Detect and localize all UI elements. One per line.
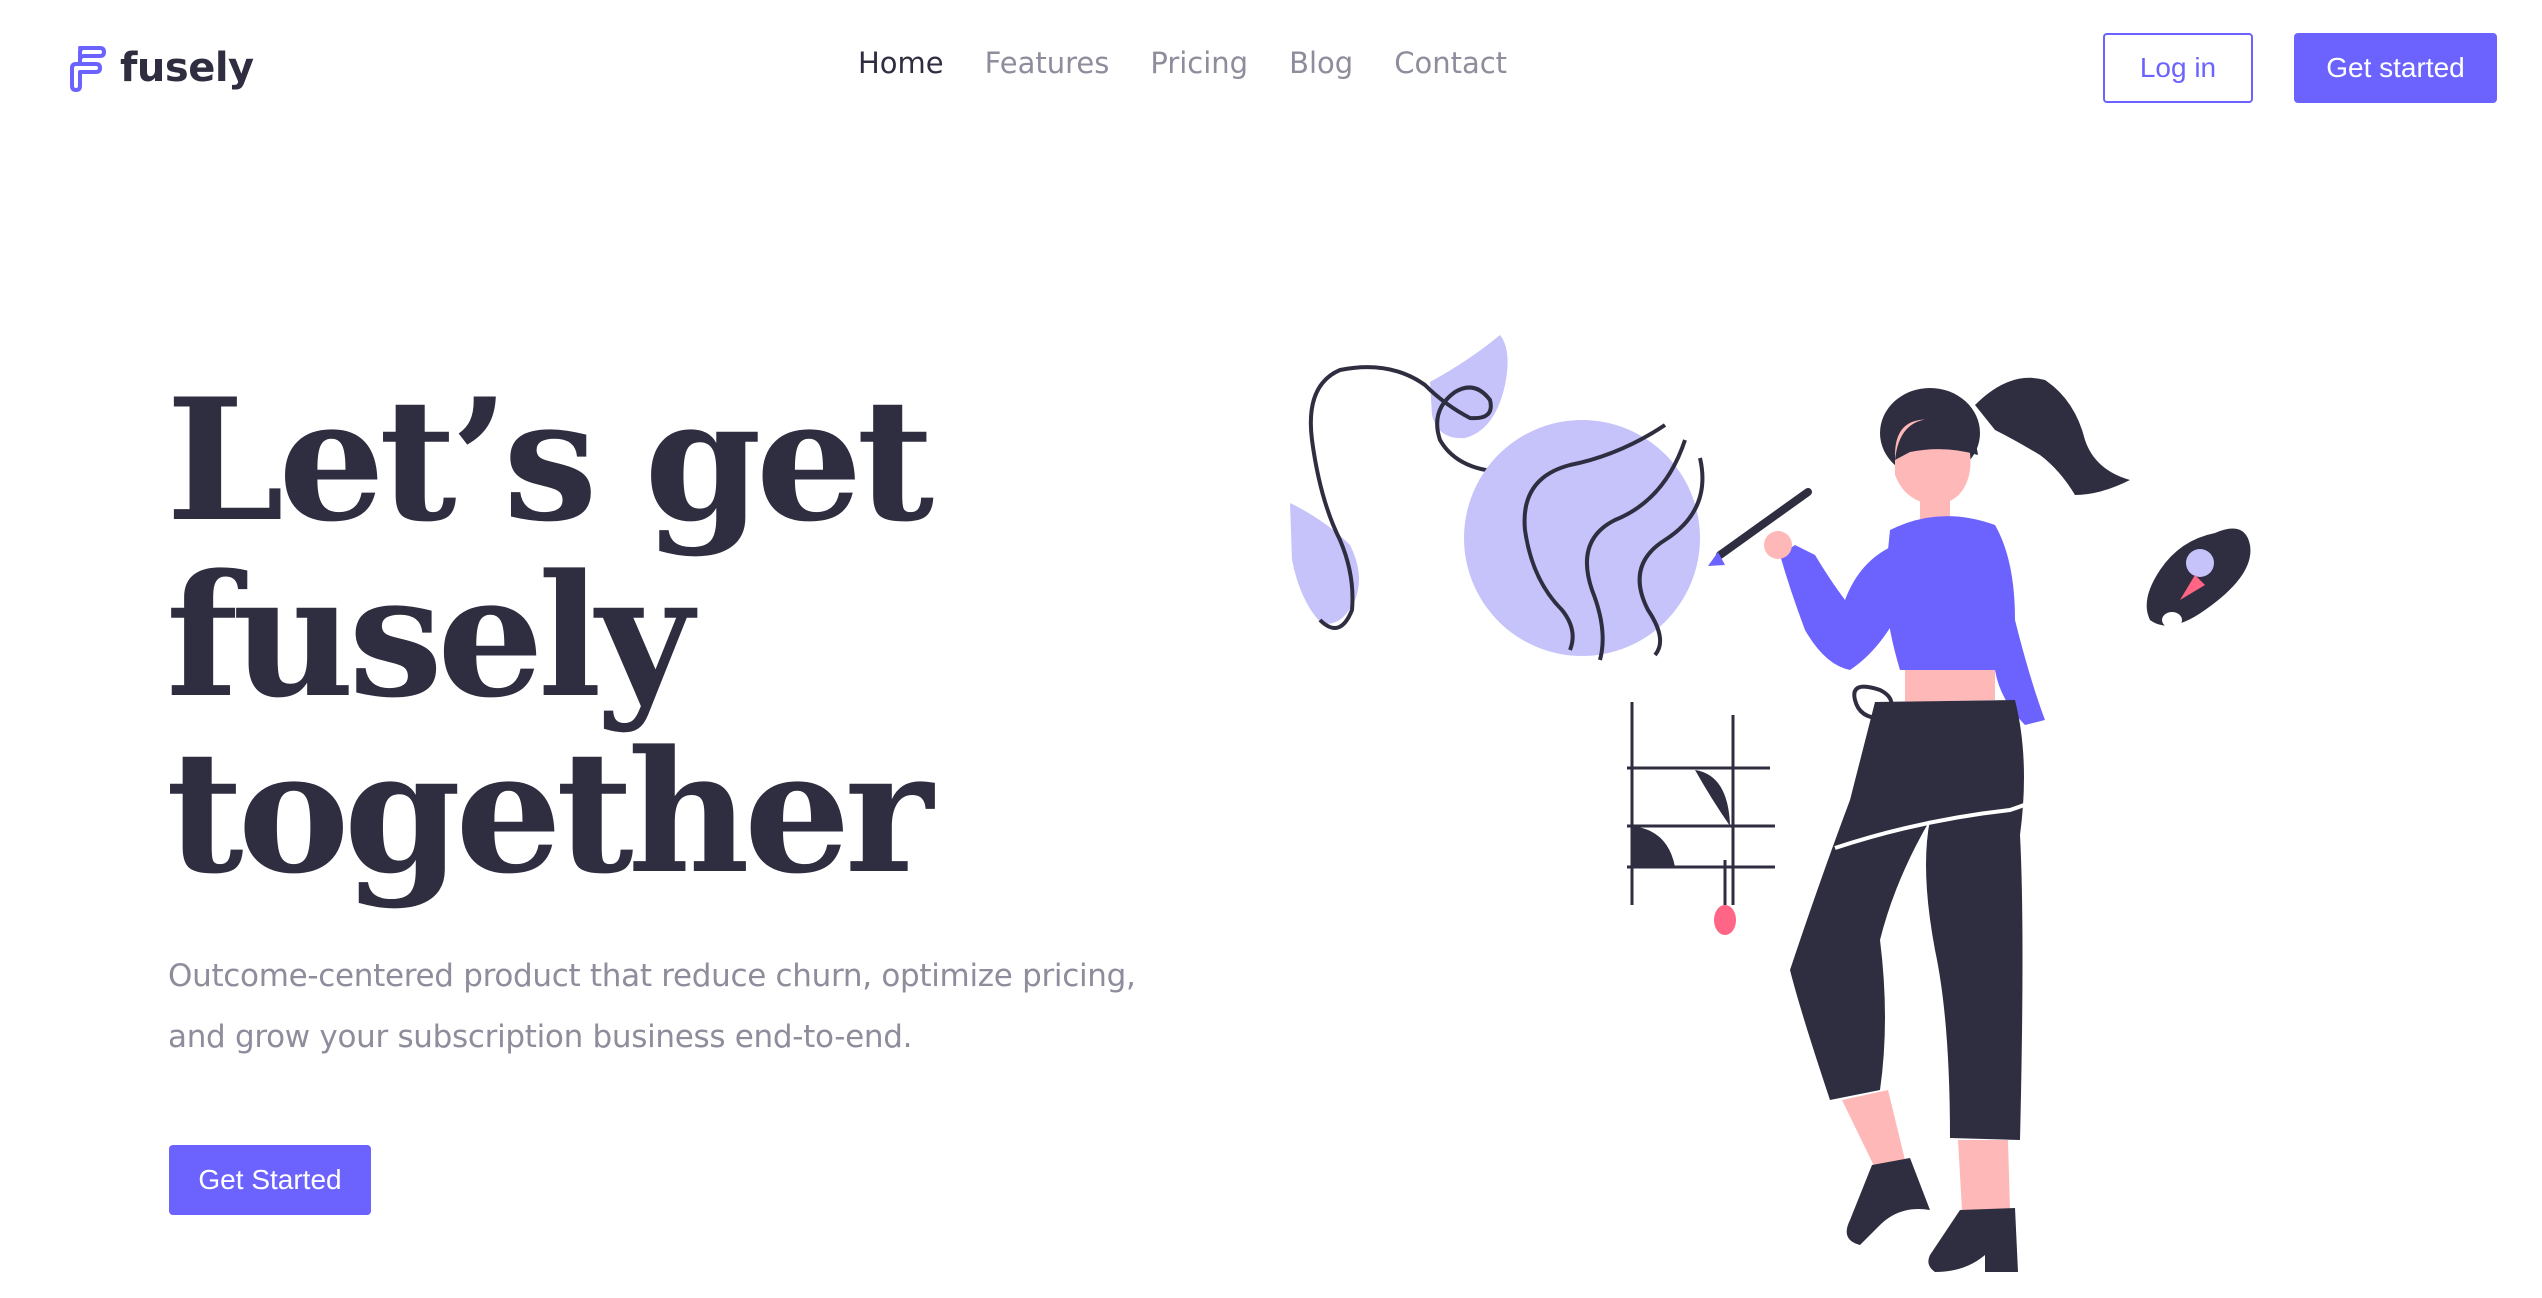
nav-item-contact[interactable]: Contact — [1394, 46, 1507, 80]
hero-title-line: fusely — [166, 537, 693, 735]
hero-title-line: together — [166, 713, 933, 911]
header-get-started-button[interactable]: Get started — [2294, 33, 2497, 103]
hero-title: Let’s get fusely together — [166, 372, 1066, 900]
fusely-logo-icon — [70, 46, 106, 92]
hero-subtitle: Outcome-centered product that reduce chu… — [168, 946, 1136, 1068]
brand-logo[interactable]: fusely — [66, 40, 254, 96]
login-button[interactable]: Log in — [2103, 33, 2253, 103]
brand-name: fusely — [120, 45, 254, 91]
nav-item-blog[interactable]: Blog — [1289, 46, 1353, 80]
nav-item-home[interactable]: Home — [858, 46, 944, 80]
hero-subtitle-line: and grow your subscription business end-… — [168, 1019, 913, 1055]
nav-item-features[interactable]: Features — [985, 46, 1110, 80]
nav-item-pricing[interactable]: Pricing — [1150, 46, 1248, 80]
site-header: fusely Home Features Pricing Blog Contac… — [0, 0, 2542, 140]
hero-title-line: Let’s get — [166, 361, 934, 559]
woman-painting-illustration — [1290, 335, 2251, 1272]
main-nav: Home Features Pricing Blog Contact — [858, 46, 1507, 80]
hero-subtitle-line: Outcome-centered product that reduce chu… — [168, 958, 1136, 994]
hero-get-started-button[interactable]: Get Started — [169, 1145, 371, 1215]
